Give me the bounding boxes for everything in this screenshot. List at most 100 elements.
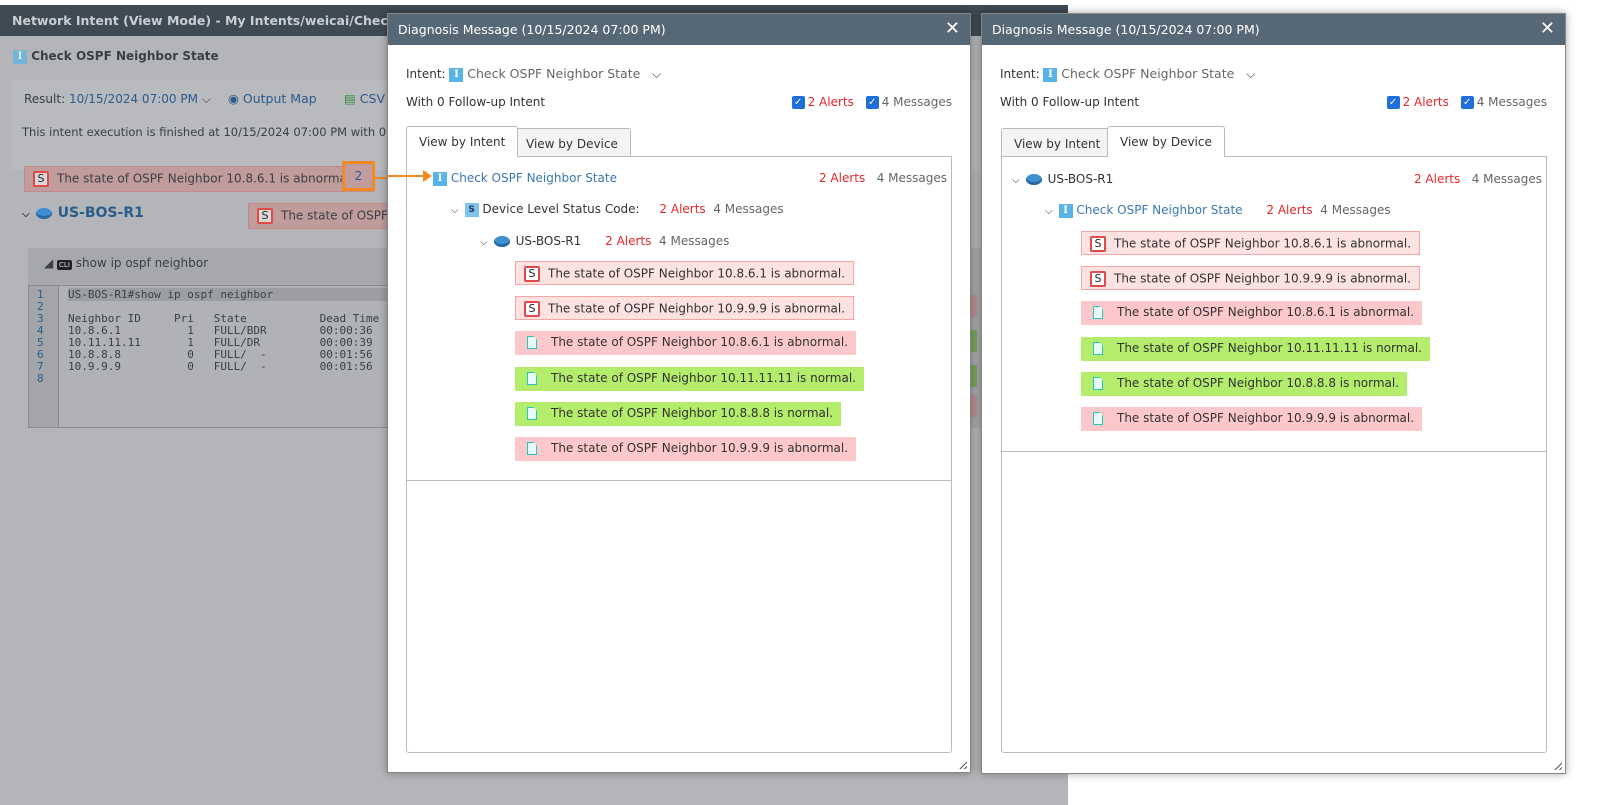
document-icon [527,372,537,385]
dialog-title: Diagnosis Message [398,22,518,37]
dialog-header: Diagnosis Message (10/15/2024 07:00 PM) … [388,14,970,45]
status-code-label: Device Level Status Code: [482,202,640,216]
status-code-icon: S [1090,271,1106,287]
callout-arrow [387,175,427,177]
router-icon [493,236,510,247]
cli-section-header[interactable]: ◢ CLI show ip ospf neighbor [44,256,208,270]
messages-count: 4 Messages [876,171,947,185]
intent-selector[interactable]: Intent: I Check OSPF Neighbor State ⌵ [1000,66,1255,82]
csv-label: CSV [359,91,386,106]
chevron-down-icon: ⌵ [652,67,662,81]
diagnosis-message[interactable]: S The state of OSPF Neighbor 10.9.9.9 is … [1081,266,1421,290]
filters: ✓ 2 Alerts ✓ 4 Messages [1386,95,1547,109]
diagnosis-message[interactable]: S The state of OSPF Neighbor 10.8.6.1 is … [515,261,855,285]
diagnosis-message[interactable]: The state of OSPF Neighbor 10.8.8.8 is n… [515,402,842,426]
alerts-count: 2 Alerts [659,202,706,216]
device-alert-text: The state of OSPF N [281,208,388,223]
cli-icon: CLI [57,260,72,270]
document-icon [1093,342,1103,355]
cli-output[interactable]: 1 US-BOS-R1#show ip ospf neighbor 2 3 Neighb… [28,285,388,428]
resize-handle[interactable] [1554,762,1562,770]
dialog-timestamp: (10/15/2024 07:00 PM) [1115,22,1260,37]
result-value: 10/15/2024 07:00 PM [68,92,198,106]
chevron-down-icon: ⌵ [1045,206,1053,217]
message-text: The state of OSPF Neighbor 10.9.9.9 is a… [1114,271,1412,286]
device-row[interactable]: ⌵ US-BOS-R1 [22,205,144,221]
message-text: The state of OSPF Neighbor 10.11.11.11 i… [551,371,856,385]
device-name: US-BOS-R1 [57,205,144,221]
result-selector[interactable]: Result: 10/15/2024 07:00 PM ⌵ [24,92,211,107]
alerts-count: 2 Alerts [818,171,866,185]
diagnosis-message[interactable]: S The state of OSPF Neighbor 10.9.9.9 is … [515,296,855,320]
intent-name: Check OSPF Neighbor State [1061,66,1235,81]
diagnosis-dialog-intent-view: Diagnosis Message (10/15/2024 07:00 PM) … [387,13,971,773]
tab-view-by-device[interactable]: View by Device [1107,126,1225,157]
router-icon [35,207,52,219]
diagnosis-message[interactable]: The state of OSPF Neighbor 10.8.6.1 is a… [515,331,857,355]
status-code-icon: S [524,301,540,317]
messages-checkbox[interactable]: ✓ 4 Messages [865,95,952,109]
tree-device-node[interactable]: ⌵ US-BOS-R1 2 Alerts 4 Messages [480,234,729,248]
diagnosis-dialog-device-view: Diagnosis Message (10/15/2024 07:00 PM) … [981,13,1566,774]
message-text: The state of OSPF Neighbor 10.9.9.9 is a… [548,301,846,316]
cli-line: 10.9.9.9 0 FULL/ - 00:01:56 [68,360,373,373]
tab-view-by-device[interactable]: View by Device [513,128,631,157]
messages-count: 4 Messages [659,234,730,248]
intent-name: Check OSPF Neighbor State [467,66,641,81]
document-icon [527,407,537,420]
tab-view-by-intent[interactable]: View by Intent [1001,128,1114,157]
dialog-header: Diagnosis Message (10/15/2024 07:00 PM) … [982,14,1565,45]
tab-view-by-intent[interactable]: View by Intent [406,126,519,157]
alerts-count: 2 Alerts [605,234,652,248]
checkbox-checked-icon: ✓ [865,96,879,109]
device-label: US-BOS-R1 [515,234,582,248]
tree-status-code-node[interactable]: ⌵ S Device Level Status Code: 2 Alerts 4 … [451,202,784,217]
diagnosis-message[interactable]: The state of OSPF Neighbor 10.11.11.11 i… [515,367,864,391]
diagnosis-message[interactable]: The state of OSPF Neighbor 10.9.9.9 is a… [1081,407,1423,431]
alert-banner[interactable]: S The state of OSPF Neighbor 10.8.6.1 is … [24,166,374,192]
intent-label: Intent: [406,67,446,81]
document-icon [1093,412,1103,425]
divider [1002,451,1546,452]
document-icon [1093,377,1103,390]
alert-count-button[interactable]: 2 [342,161,375,191]
csv-button[interactable]: ▤ CSV [344,91,385,106]
output-map-button[interactable]: ◉ Output Map [228,91,317,106]
chevron-down-icon: ⌵ [451,205,459,216]
diagnosis-message[interactable]: The state of OSPF Neighbor 10.9.9.9 is a… [515,437,857,461]
output-map-label: Output Map [242,91,317,106]
intent-icon: I [433,171,447,186]
checkbox-checked-icon: ✓ [791,96,805,109]
resize-handle[interactable] [959,761,967,769]
close-icon[interactable]: ✕ [1540,18,1555,39]
device-label: US-BOS-R1 [1047,172,1114,186]
device-alert-banner[interactable]: S The state of OSPF N [248,203,388,229]
tree-device-node[interactable]: ⌵ US-BOS-R1 [1012,172,1113,186]
messages-checkbox[interactable]: ✓ 4 Messages [1460,95,1547,109]
message-text: The state of OSPF Neighbor 10.8.6.1 is a… [548,266,846,281]
intent-node-label: Check OSPF Neighbor State [1076,203,1243,217]
checkbox-checked-icon: ✓ [1386,96,1400,109]
alert-text: The state of OSPF Neighbor 10.8.6.1 is a… [57,171,355,186]
intent-selector[interactable]: Intent: I Check OSPF Neighbor State ⌵ [406,66,661,82]
messages-count: 4 Messages [1471,172,1542,186]
alerts-checkbox[interactable]: ✓ 2 Alerts [791,95,854,109]
diagnosis-message[interactable]: The state of OSPF Neighbor 10.8.6.1 is a… [1081,301,1423,325]
alerts-filter-label: 2 Alerts [1402,95,1449,109]
cli-command: show ip ospf neighbor [75,256,209,270]
intent-node-label: Check OSPF Neighbor State [450,171,617,185]
diagnosis-message[interactable]: The state of OSPF Neighbor 10.8.8.8 is n… [1081,372,1408,396]
diagnosis-message[interactable]: S The state of OSPF Neighbor 10.8.6.1 is … [1081,231,1421,255]
close-icon[interactable]: ✕ [945,18,960,39]
filters: ✓ 2 Alerts ✓ 4 Messages [791,95,952,109]
alerts-checkbox[interactable]: ✓ 2 Alerts [1386,95,1449,109]
message-tree: I Check OSPF Neighbor State 2 Alerts 4 M… [406,156,952,753]
root-counts: 2 Alerts 4 Messages [819,171,947,185]
diagnosis-message[interactable]: The state of OSPF Neighbor 10.11.11.11 i… [1081,337,1430,361]
cli-line: US-BOS-R1#show ip ospf neighbor [68,288,388,301]
status-code-icon: S [33,171,49,187]
result-label: Result: [24,92,66,106]
tree-intent-node[interactable]: ⌵ I Check OSPF Neighbor State 2 Alerts 4 … [1045,203,1391,218]
tree-intent-node[interactable]: I Check OSPF Neighbor State [433,171,617,186]
status-code-icon: S [464,202,479,217]
